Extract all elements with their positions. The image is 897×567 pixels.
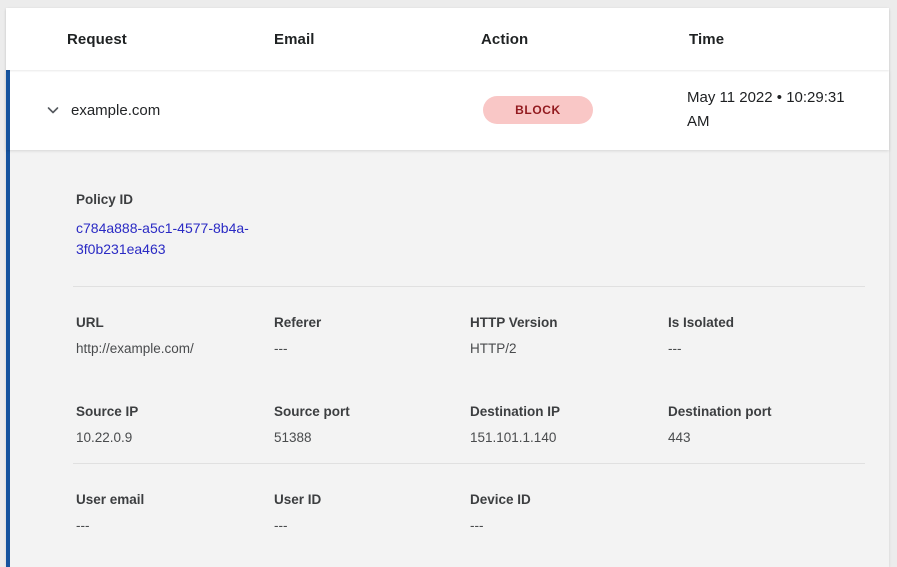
details-row-user: User email --- User ID --- Device ID --- (76, 492, 865, 533)
detail-field-source-port: Source port 51388 (274, 404, 470, 445)
detail-field-user-email: User email --- (76, 492, 274, 533)
field-label: Is Isolated (668, 315, 865, 330)
field-value: 151.101.1.140 (470, 430, 668, 445)
field-value: http://example.com/ (76, 341, 274, 356)
row-details-panel: Policy ID c784a888-a5c1-4577-8b4a-3f0b23… (6, 150, 889, 567)
detail-field-url: URL http://example.com/ (76, 315, 274, 356)
field-label: Referer (274, 315, 470, 330)
table-header-row: Request Email Action Time (6, 8, 889, 70)
field-label: Device ID (470, 492, 668, 507)
policy-id-label: Policy ID (76, 192, 865, 207)
detail-field-destination-ip: Destination IP 151.101.1.140 (470, 404, 668, 445)
chevron-down-icon (45, 102, 61, 118)
field-value: 443 (668, 430, 865, 445)
column-header-email: Email (274, 31, 481, 48)
detail-field-destination-port: Destination port 443 (668, 404, 865, 445)
policy-id-link[interactable]: c784a888-a5c1-4577-8b4a-3f0b231ea463 (76, 218, 276, 260)
field-value: --- (470, 518, 668, 533)
field-value: --- (274, 341, 470, 356)
request-value: example.com (70, 102, 481, 119)
field-label: Destination port (668, 404, 865, 419)
column-header-request: Request (67, 31, 274, 48)
block-status-badge: BLOCK (483, 96, 593, 124)
field-label: URL (76, 315, 274, 330)
section-divider (73, 463, 865, 464)
field-value: HTTP/2 (470, 341, 668, 356)
detail-field-device-id: Device ID --- (470, 492, 668, 533)
details-row-http: URL http://example.com/ Referer --- HTTP… (76, 315, 865, 356)
details-row-network: Source IP 10.22.0.9 Source port 51388 De… (76, 404, 865, 445)
detail-field-source-ip: Source IP 10.22.0.9 (76, 404, 274, 445)
column-header-time: Time (689, 31, 889, 48)
action-cell: BLOCK (481, 96, 687, 124)
field-label: Destination IP (470, 404, 668, 419)
log-table-card: Request Email Action Time example.com BL… (6, 8, 889, 567)
field-label: User ID (274, 492, 470, 507)
field-value: 51388 (274, 430, 470, 445)
field-label: HTTP Version (470, 315, 668, 330)
field-label: User email (76, 492, 274, 507)
detail-field-referer: Referer --- (274, 315, 470, 356)
detail-field-http-version: HTTP Version HTTP/2 (470, 315, 668, 356)
field-value: --- (274, 518, 470, 533)
field-value: --- (668, 341, 865, 356)
field-value: --- (76, 518, 274, 533)
field-label: Source port (274, 404, 470, 419)
column-header-action: Action (481, 31, 689, 48)
time-value: May 11 2022 • 10:29:31 AM (687, 86, 861, 134)
detail-field-user-id: User ID --- (274, 492, 470, 533)
field-label: Source IP (76, 404, 274, 419)
detail-field-empty (668, 492, 865, 533)
section-divider (73, 286, 865, 287)
table-row[interactable]: example.com BLOCK May 11 2022 • 10:29:31… (6, 70, 889, 150)
policy-id-section: Policy ID c784a888-a5c1-4577-8b4a-3f0b23… (76, 192, 865, 260)
detail-field-is-isolated: Is Isolated --- (668, 315, 865, 356)
field-value: 10.22.0.9 (76, 430, 274, 445)
collapse-row-button[interactable] (42, 99, 64, 121)
